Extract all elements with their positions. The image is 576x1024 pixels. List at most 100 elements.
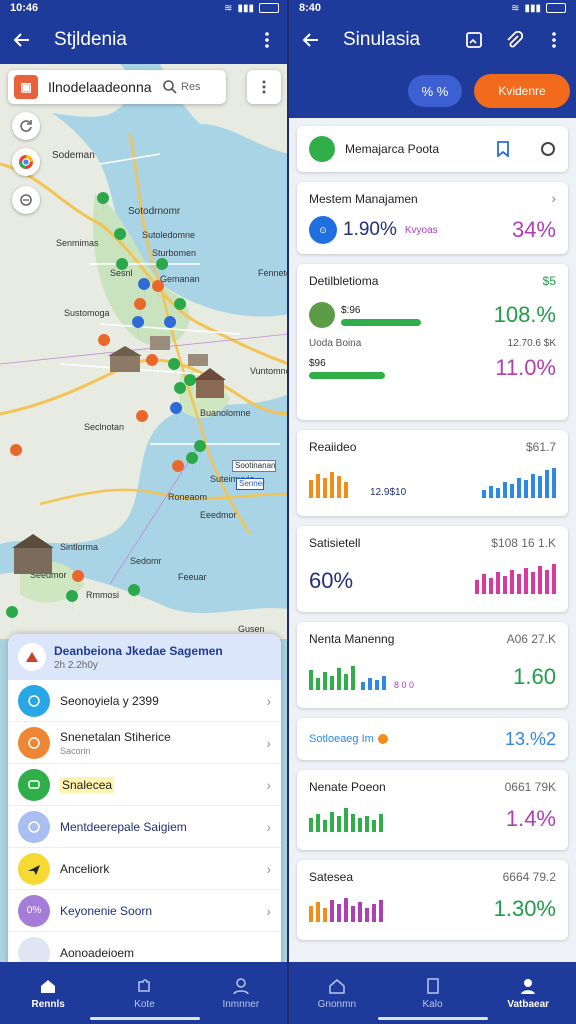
- card-title: Detilbletioma: [309, 274, 379, 288]
- places-sheet: Deanbeiona Jkedae Sagemen 2h 2.2h0y Seon…: [8, 634, 281, 964]
- map-view[interactable]: Sodeman Sotodrnomr Sutoledomne Senmimas …: [0, 64, 289, 639]
- nav-kote[interactable]: Kote: [96, 962, 192, 1024]
- map-pin-orange[interactable]: [152, 280, 165, 304]
- satesea-card[interactable]: Satesea 6664 79.2 1.30%: [297, 860, 568, 940]
- card-value: 0661 79K: [504, 780, 556, 794]
- card-title: Sotloeaeg Im: [309, 733, 374, 745]
- landmark-icon: [194, 368, 226, 398]
- browser-button[interactable]: [12, 148, 40, 176]
- system-card[interactable]: Mestem Manajamen › ⊙ 1.90% Kvyoas 34%: [297, 182, 568, 254]
- detail-badge: $5: [542, 274, 556, 288]
- map-pin-green[interactable]: [156, 258, 169, 282]
- map-pin-green[interactable]: [184, 374, 197, 398]
- map-more-button[interactable]: [247, 70, 281, 104]
- map-pin-green[interactable]: [66, 590, 79, 614]
- detail-card[interactable]: Detilbletioma $5 $:96 108.% Uoda Boina 1…: [297, 264, 568, 420]
- place-icon: [18, 643, 46, 671]
- list-item[interactable]: Snenetalan Stiherice Sacorin ›: [8, 722, 281, 764]
- soloeng-card[interactable]: Sotloeaeg Im 13.%2: [297, 718, 568, 760]
- soloeng-percent: 13.%2: [504, 728, 556, 749]
- settings-icon[interactable]: [540, 141, 556, 157]
- sheet-title: Deanbeiona Jkedae Sagemen: [54, 643, 223, 658]
- list-item[interactable]: 0% Keyonenie Soorn ›: [8, 890, 281, 932]
- attach-icon[interactable]: [502, 28, 526, 52]
- sheet-header[interactable]: Deanbeiona Jkedae Sagemen 2h 2.2h0y: [8, 634, 281, 680]
- satisfaction-percent: 60%: [309, 568, 354, 593]
- bookmark-icon[interactable]: [496, 141, 510, 157]
- home-icon: [329, 978, 345, 994]
- home-indicator: [89, 1017, 200, 1020]
- card-value: A06 27.K: [506, 632, 556, 646]
- project-label: Memajarca Poota: [345, 142, 440, 156]
- nav-home[interactable]: Rennls: [0, 962, 96, 1024]
- nav-home[interactable]: Gnonmn: [289, 962, 385, 1024]
- nav-kalo[interactable]: Kalo: [385, 962, 481, 1024]
- map-pin-orange[interactable]: [146, 354, 159, 378]
- map-pin-orange[interactable]: [172, 460, 185, 484]
- more-vert-icon[interactable]: [255, 28, 279, 52]
- system-unit: Kvyoas: [404, 224, 438, 236]
- refresh-map-button[interactable]: [12, 112, 40, 140]
- chat-icon: [18, 768, 50, 801]
- split-divider[interactable]: [287, 0, 289, 1024]
- green-bar-chart: [309, 666, 355, 690]
- wifi-icon: ≋: [224, 2, 233, 14]
- percent-toggle[interactable]: % %: [408, 75, 462, 107]
- map-pin-orange[interactable]: [10, 444, 23, 468]
- list-item-sub: Sacorin: [60, 745, 91, 756]
- back-icon[interactable]: [299, 28, 323, 52]
- refresh-icon: [20, 120, 32, 132]
- map-pin-blue[interactable]: [170, 402, 183, 426]
- green-bar-chart: [309, 808, 383, 832]
- status-icons: ≋ ▮▮▮: [511, 3, 566, 14]
- nav-label: Rennls: [31, 998, 65, 1010]
- map-pin-green[interactable]: [116, 258, 129, 282]
- map-pin-green[interactable]: [6, 606, 19, 630]
- card-title: Mestem Manajamen: [309, 192, 418, 206]
- map-pin-green[interactable]: [186, 452, 199, 476]
- map-search-input[interactable]: [48, 79, 158, 95]
- map-pin-orange[interactable]: [136, 410, 149, 434]
- map-pin-blue[interactable]: [132, 316, 145, 340]
- map-pin-green[interactable]: [97, 192, 110, 216]
- nenta-card[interactable]: Nenta Manenng A06 27.K 8 0 0 1.60: [297, 622, 568, 708]
- action-bar: % % Kvidenre: [289, 64, 576, 118]
- back-icon[interactable]: [10, 28, 34, 52]
- chevron-right-icon: ›: [551, 190, 556, 206]
- more-vert-icon[interactable]: [542, 28, 566, 52]
- map-pin-orange[interactable]: [98, 334, 111, 358]
- status-dot-icon: [377, 734, 388, 744]
- map-pin-green[interactable]: [174, 298, 187, 322]
- list-item[interactable]: Anceliork ›: [8, 848, 281, 890]
- residue-card[interactable]: Reaiideo $61.7 12.9$10: [297, 430, 568, 516]
- nav-label: Kalo: [422, 998, 443, 1010]
- app-bar: Sinulasia: [289, 16, 576, 64]
- card-value: $108 16 1.K: [491, 536, 556, 550]
- list-item[interactable]: Seonoyiela y 2399 ›: [8, 680, 281, 722]
- satisfaction-card[interactable]: Satisietell $108 16 1.K 60%: [297, 526, 568, 612]
- project-card[interactable]: Memajarca Poota: [297, 126, 568, 172]
- progress-bar: [309, 371, 385, 379]
- list-item[interactable]: Snalecea ›: [8, 764, 281, 806]
- nav-profile[interactable]: Inmnner: [193, 962, 289, 1024]
- nav-profile[interactable]: Vatbaear: [480, 962, 576, 1024]
- nav-label: Kote: [134, 998, 155, 1010]
- progress-bar: [341, 318, 421, 326]
- document-icon: [426, 977, 439, 994]
- map-pin-green[interactable]: [114, 228, 127, 252]
- dashboard-list: Memajarca Poota Mestem Manajamen › ⊙ 1.9…: [297, 126, 568, 950]
- map-search-bar[interactable]: ▣ Res: [8, 70, 226, 104]
- image-edit-icon[interactable]: [462, 28, 486, 52]
- list-item[interactable]: Aonoadeioem: [8, 932, 281, 964]
- map-pin-green[interactable]: [168, 358, 181, 382]
- list-item[interactable]: Mentdeerepale Saigiem ›: [8, 806, 281, 848]
- primary-cta-button[interactable]: Kvidenre: [474, 74, 570, 108]
- search-icon[interactable]: [162, 79, 178, 95]
- more-vert-icon: [262, 80, 266, 94]
- plane-icon: [18, 852, 50, 885]
- layers-button[interactable]: [12, 186, 40, 214]
- map-pin-green[interactable]: [128, 584, 141, 608]
- nenate-card[interactable]: Nenate Poeon 0661 79K 1.4%: [297, 770, 568, 850]
- landmark-icon: [108, 346, 142, 372]
- status-time: 10:46: [10, 2, 39, 14]
